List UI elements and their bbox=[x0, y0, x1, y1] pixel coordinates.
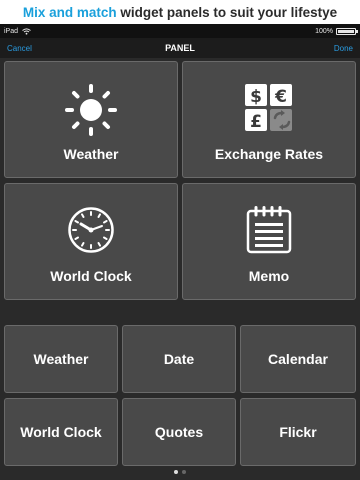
euro-symbol: € bbox=[274, 87, 287, 107]
sun-icon bbox=[65, 84, 117, 136]
panel-flickr-small[interactable]: Flickr bbox=[240, 398, 356, 466]
battery-percent: 100% bbox=[315, 27, 333, 35]
panel-world-clock-large[interactable]: World Clock bbox=[4, 183, 178, 300]
panel-label: Exchange Rates bbox=[214, 146, 324, 162]
done-button[interactable]: Done bbox=[334, 44, 353, 53]
banner-highlight: Mix and match bbox=[22, 4, 117, 20]
panel-quotes-small[interactable]: Quotes bbox=[122, 398, 236, 466]
panel-label: Calendar bbox=[268, 351, 328, 367]
panel-weather-small[interactable]: Weather bbox=[4, 325, 118, 393]
promo-banner: Mix and match widget panels to suit your… bbox=[0, 0, 360, 24]
page-dot-active[interactable] bbox=[174, 470, 178, 474]
page-title: PANEL bbox=[165, 43, 195, 53]
pound-symbol: £ bbox=[250, 112, 262, 132]
panel-world-clock-small[interactable]: World Clock bbox=[4, 398, 118, 466]
panel-label: Weather bbox=[33, 351, 89, 367]
panel-label: Date bbox=[163, 351, 195, 367]
device-label: iPad bbox=[4, 27, 19, 35]
panel-label: World Clock bbox=[20, 424, 102, 440]
banner-text: widget panels to suit your lifestye bbox=[116, 4, 338, 20]
clock-icon bbox=[68, 207, 114, 253]
notepad-icon bbox=[246, 206, 292, 254]
dollar-symbol: $ bbox=[250, 87, 262, 107]
currency-icon: $ € £ bbox=[245, 84, 292, 132]
panel-date-small[interactable]: Date bbox=[122, 325, 236, 393]
panel-label: World Clock bbox=[50, 268, 132, 284]
status-bar: iPad 100% bbox=[0, 24, 360, 38]
panel-memo-large[interactable]: Memo bbox=[182, 183, 356, 300]
panel-label: Flickr bbox=[279, 424, 317, 440]
wifi-icon bbox=[22, 27, 31, 35]
battery-icon bbox=[336, 27, 358, 35]
page-indicator[interactable] bbox=[0, 470, 360, 474]
panel-label: Weather bbox=[63, 146, 119, 162]
panel-calendar-small[interactable]: Calendar bbox=[240, 325, 356, 393]
panel-label: Quotes bbox=[154, 424, 204, 440]
panel-label: Memo bbox=[248, 268, 290, 284]
panel-weather-large[interactable]: Weather bbox=[4, 61, 178, 178]
panel-exchange-rates-large[interactable]: $ € £ Exchange Rates bbox=[182, 61, 356, 178]
nav-bar: Cancel PANEL Done bbox=[0, 38, 360, 58]
page-dot[interactable] bbox=[182, 470, 186, 474]
cancel-button[interactable]: Cancel bbox=[7, 44, 32, 53]
